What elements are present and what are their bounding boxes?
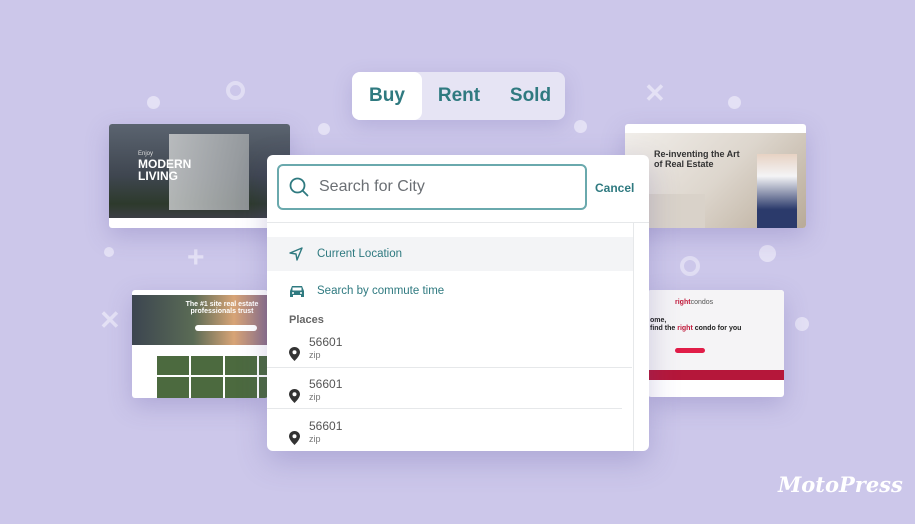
headline-part: find the (650, 325, 678, 332)
place-type: zip (309, 434, 321, 444)
decor-dot (759, 245, 776, 262)
tab-buy[interactable]: Buy (352, 72, 422, 120)
option-label: Current Location (317, 248, 403, 260)
brand-a: right (675, 299, 691, 306)
thumb-headline: Re-inventing the Art of Real Estate (654, 149, 740, 169)
decor-dot (795, 317, 809, 331)
building-shape (169, 134, 249, 210)
divider (267, 408, 622, 409)
place-value: 56601 (309, 377, 343, 391)
decor-ring (226, 81, 245, 100)
motopress-logo: MotoPress (778, 472, 903, 497)
place-item[interactable]: 56601 zip (267, 377, 627, 417)
place-value: 56601 (309, 335, 343, 349)
car-icon (290, 285, 304, 297)
thumb-headline: LIVING (138, 169, 179, 183)
thumbnail-right-condos: rightcondos ome, find the right condo fo… (648, 290, 784, 397)
grid-gap (157, 375, 268, 377)
thumb-headline: The #1 site real estate professionals tr… (185, 301, 259, 315)
decor-dot (104, 247, 114, 257)
search-input[interactable] (319, 178, 559, 196)
decor-ring (680, 256, 700, 276)
scrollbar-track[interactable] (633, 222, 634, 451)
current-location-option[interactable]: Current Location (267, 237, 633, 271)
decor-x-icon: ✕ (99, 305, 121, 335)
listing-grid (157, 356, 268, 398)
person-shape (757, 154, 797, 228)
decor-plus-icon: + (187, 241, 205, 274)
tab-sold[interactable]: Sold (496, 72, 565, 120)
thumbnail-modern-living: Enjoy MODERN LIVING (109, 124, 290, 228)
place-item[interactable]: 56601 zip (267, 335, 627, 375)
decor-dot (728, 96, 741, 109)
place-type: zip (309, 350, 321, 360)
headline-part: right (677, 325, 693, 332)
place-type: zip (309, 392, 321, 402)
thumbnail-realtor: The #1 site real estate professionals tr… (132, 290, 268, 398)
map-pin-icon (289, 347, 300, 361)
divider (267, 222, 649, 223)
places-heading: Places (289, 314, 324, 326)
decor-x-icon: ✕ (644, 78, 666, 108)
search-icon (289, 177, 309, 197)
headline-part: condo for you (692, 325, 742, 332)
commute-search-option[interactable]: Search by commute time (267, 280, 633, 302)
place-item[interactable]: 56601 zip (267, 419, 627, 451)
place-value: 56601 (309, 419, 343, 433)
thumb-banner (648, 370, 784, 380)
search-field[interactable] (277, 164, 587, 210)
thumb-headline: ome, (650, 317, 667, 324)
brand-b: condos (690, 299, 714, 306)
decor-dot (574, 120, 587, 133)
map-pin-icon (289, 389, 300, 403)
thumbnail-real-estate-art: Re-inventing the Art of Real Estate (625, 124, 806, 228)
divider (267, 367, 632, 368)
thumb-headline: find the right condo for you (650, 325, 741, 332)
thumb-brand: rightcondos (675, 299, 713, 306)
option-label: Search by commute time (317, 285, 445, 297)
map-pin-icon (289, 431, 300, 445)
thumb-button (675, 348, 705, 353)
decor-dot (147, 96, 160, 109)
city-search-panel: Cancel Current Location Search by commut… (267, 155, 649, 451)
tab-rent[interactable]: Rent (422, 72, 496, 120)
thumb-search-bar (195, 325, 257, 331)
decor-dot (318, 123, 330, 135)
listing-type-tabs: Buy Rent Sold (352, 72, 565, 120)
navigation-arrow-icon (289, 247, 303, 261)
cancel-button[interactable]: Cancel (595, 181, 634, 195)
